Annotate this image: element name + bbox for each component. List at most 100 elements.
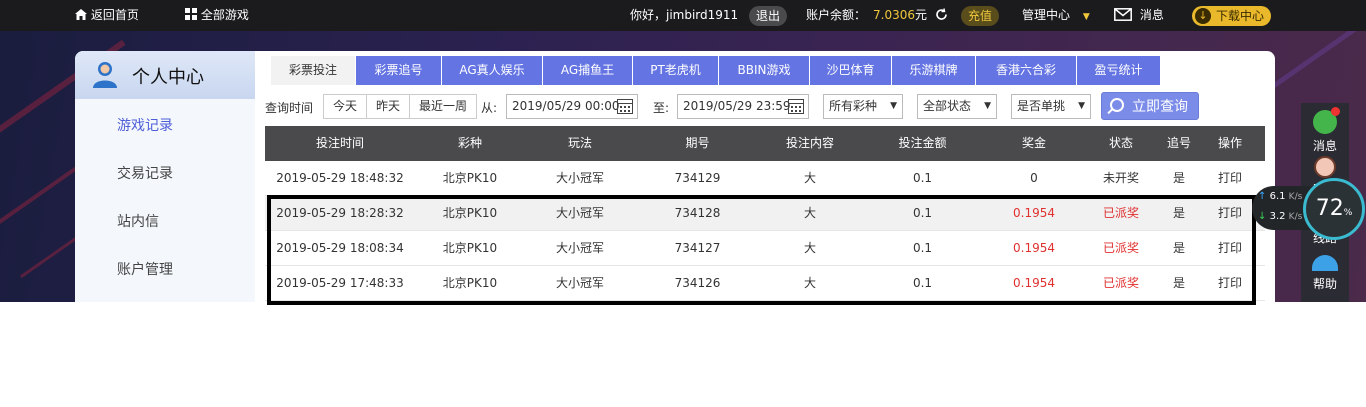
status-value: 全部状态	[923, 99, 972, 113]
header-status: 状态	[1108, 136, 1133, 150]
cell-chase: 是	[1172, 171, 1185, 185]
search-icon	[1110, 98, 1124, 112]
header-amount: 投注金额	[898, 136, 947, 150]
highlight-box	[267, 195, 1256, 305]
home-icon	[75, 1, 87, 20]
all-games-label: 全部游戏	[200, 8, 249, 22]
from-date-input[interactable]: 2019/05/29 00:00	[506, 94, 638, 119]
header-lottery: 彩种	[457, 136, 482, 150]
personal-center-sidebar: 个人中心 游戏记录 交易记录 站内信 账户管理	[75, 51, 255, 302]
messages-label: 消息	[1139, 8, 1164, 22]
cell-play: 大小冠军	[555, 171, 604, 185]
query-time-label: 查询时间	[265, 101, 314, 115]
to-date-value: 2019/05/29 23:59	[683, 99, 791, 113]
caret-down-icon: ▼	[1078, 101, 1085, 111]
refresh-icon[interactable]	[935, 0, 948, 31]
single-select[interactable]: 是否单挑 ▼	[1011, 94, 1091, 119]
download-unit: K/s	[1288, 212, 1303, 222]
all-games-link[interactable]: 全部游戏	[185, 0, 249, 31]
chat-bubble-icon	[1313, 107, 1340, 134]
header-issue: 期号	[685, 136, 710, 150]
lottery-type-value: 所有彩种	[829, 99, 878, 113]
top-bar: 返回首页 全部游戏 你好，jimbird1911 退出 账户余额： 7.0306…	[0, 0, 1366, 31]
table-header: 投注时间 彩种 玩法 期号 投注内容 投注金额 奖金 状态 追号 操作	[265, 126, 1265, 161]
cell-amount: 0.1	[912, 171, 933, 185]
cell-content: 大	[803, 171, 816, 185]
sidebar-item-inbox[interactable]: 站内信	[117, 211, 159, 231]
upload-speed: ↑ 6.1 K/s	[1258, 191, 1302, 202]
upload-unit: K/s	[1288, 192, 1303, 202]
tab-lottery-bets[interactable]: 彩票投注	[271, 56, 356, 85]
table-row: 2019-05-29 18:48:32 北京PK10 大小冠军 734129 大…	[265, 161, 1265, 196]
sidebar-title: 个人中心	[132, 67, 204, 88]
manage-center-dropdown[interactable]: 管理中心 ▼	[1022, 0, 1090, 31]
recharge-button[interactable]: 充值	[961, 6, 1000, 26]
to-label: 至:	[653, 101, 670, 115]
download-icon: ↓	[1195, 8, 1211, 24]
sidebar-item-game-records[interactable]: 游戏记录	[117, 115, 173, 135]
greeting: 你好，jimbird1911	[630, 8, 739, 22]
calendar-icon[interactable]	[788, 99, 804, 114]
logout-button[interactable]: 退出	[749, 6, 788, 26]
from-label: 从:	[481, 101, 498, 115]
float-help[interactable]: 帮助	[1301, 255, 1349, 292]
cell-prize: 0	[1030, 171, 1038, 185]
sidebar-item-account[interactable]: 账户管理	[117, 259, 173, 279]
tab-ag-fishing[interactable]: AG捕鱼王	[543, 56, 633, 85]
range-yesterday-button[interactable]: 昨天	[367, 95, 411, 118]
download-speed: ↓ 3.2 K/s	[1258, 211, 1302, 222]
cell-issue: 734129	[674, 171, 721, 185]
lottery-type-select[interactable]: 所有彩种 ▼	[823, 94, 903, 119]
cell-status: 未开奖	[1102, 171, 1139, 185]
print-link[interactable]: 打印	[1199, 161, 1261, 196]
home-link[interactable]: 返回首页	[75, 0, 139, 31]
sidebar-header: 个人中心	[75, 51, 255, 99]
header-content: 投注内容	[785, 136, 834, 150]
tab-pt-slots[interactable]: PT老虎机	[633, 56, 719, 85]
gauge-percent: 72	[1315, 196, 1344, 221]
calendar-icon[interactable]	[617, 99, 633, 114]
tab-hk-mark-six[interactable]: 香港六合彩	[976, 56, 1077, 85]
messages-link[interactable]: 消息	[1114, 0, 1164, 31]
cell-lottery: 北京PK10	[442, 171, 498, 185]
download-center-button[interactable]: ↓ 下载中心	[1192, 6, 1272, 26]
query-button-label: 立即查询	[1132, 99, 1188, 115]
download-label: 下载中心	[1216, 9, 1265, 23]
grid-icon	[185, 1, 197, 20]
from-date-value: 2019/05/29 00:00	[512, 99, 620, 113]
to-date-input[interactable]: 2019/05/29 23:59	[677, 94, 809, 119]
caret-down-icon: ▼	[984, 101, 991, 111]
status-select[interactable]: 全部状态 ▼	[917, 94, 997, 119]
float-messages[interactable]: 消息	[1301, 107, 1349, 154]
arrow-down-icon: ↓	[1258, 211, 1267, 222]
envelope-icon	[1114, 2, 1132, 33]
balance-value: 7.0306	[873, 8, 915, 22]
float-messages-label: 消息	[1312, 139, 1337, 153]
caret-down-icon: ▼	[890, 101, 897, 111]
caret-down-icon: ▼	[1082, 12, 1090, 22]
quick-range-group: 今天 昨天 最近一周	[323, 94, 478, 119]
range-week-button[interactable]: 最近一周	[410, 95, 476, 118]
home-label: 返回首页	[90, 8, 139, 22]
speedometer-icon	[1312, 255, 1338, 271]
header-play: 玩法	[567, 136, 592, 150]
memory-gauge[interactable]: 72%	[1303, 178, 1365, 240]
gauge-unit: %	[1343, 208, 1353, 218]
tab-profit-stats[interactable]: 盈亏统计	[1077, 56, 1161, 85]
cell-bet-time: 2019-05-29 18:48:32	[276, 171, 404, 185]
balance-unit: 元	[915, 8, 928, 22]
tab-lottery-chase[interactable]: 彩票追号	[356, 56, 442, 85]
header-chase: 追号	[1166, 136, 1191, 150]
tab-ag-live[interactable]: AG真人娱乐	[442, 56, 543, 85]
tab-saba-sports[interactable]: 沙巴体育	[810, 56, 892, 85]
download-value: 3.2	[1269, 211, 1286, 222]
single-value: 是否单挑	[1017, 99, 1066, 113]
manage-label: 管理中心	[1022, 8, 1071, 22]
range-today-button[interactable]: 今天	[324, 95, 368, 118]
header-bet-time: 投注时间	[315, 136, 364, 150]
sidebar-item-transactions[interactable]: 交易记录	[117, 163, 173, 183]
user-icon	[91, 60, 119, 88]
query-button[interactable]: 立即查询	[1101, 92, 1199, 120]
tab-bbin[interactable]: BBIN游戏	[719, 56, 810, 85]
tab-leyou-chess[interactable]: 乐游棋牌	[892, 56, 976, 85]
